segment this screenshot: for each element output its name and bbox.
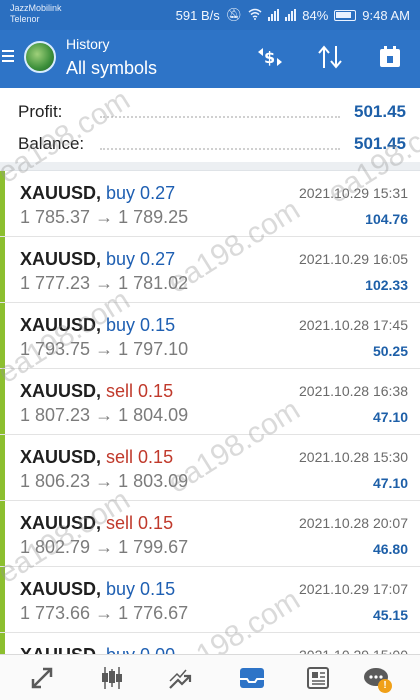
trade-prices: 1 806.23 → 1 803.09 xyxy=(20,471,189,491)
trade-symbol: XAUUSD, xyxy=(20,579,102,599)
trade-row[interactable]: XAUUSD, sell 0.15 1 806.23 → 1 803.09 20… xyxy=(0,435,420,501)
trade-date: 2021.10.28 15:30 xyxy=(299,449,408,465)
trade-date: 2021.10.29 15:31 xyxy=(299,185,408,201)
trade-prices: 1 777.23 → 1 781.02 xyxy=(20,273,189,293)
app-bar: History All symbols $ xyxy=(0,30,420,88)
svg-text:$: $ xyxy=(264,48,275,67)
trade-indicator xyxy=(0,501,5,566)
clock: 9:48 AM xyxy=(362,7,410,23)
trade-row[interactable]: XAUUSD, buy 0.15 1 793.75 → 1 797.10 202… xyxy=(0,303,420,369)
summary-panel: Profit: 501.45 Balance: 501.45 xyxy=(0,96,420,160)
trade-prices: 1 793.75 → 1 797.10 xyxy=(20,339,189,359)
battery-icon xyxy=(334,9,357,21)
trade-indicator xyxy=(0,567,5,632)
trade-date: 2021.10.29 17:07 xyxy=(299,581,408,597)
history-icon[interactable] xyxy=(232,661,272,695)
carrier-line-1: JazzMobilink xyxy=(10,3,62,13)
trade-symbol: XAUUSD, xyxy=(20,447,102,467)
trade-profit: 46.80 xyxy=(372,541,408,557)
balance-dots xyxy=(100,148,340,150)
trade-symbol-line: XAUUSD, sell 0.15 xyxy=(20,513,173,534)
news-icon[interactable] xyxy=(298,661,338,695)
trade-profit: 45.15 xyxy=(372,607,408,623)
trade-symbol: XAUUSD, xyxy=(20,513,102,533)
trade-side: buy 0.15 xyxy=(106,579,176,599)
trade-row[interactable]: XAUUSD, buy 0.27 1 777.23 → 1 781.02 202… xyxy=(0,237,420,303)
trade-symbol-line: XAUUSD, sell 0.15 xyxy=(20,381,173,402)
trade-profit: 47.10 xyxy=(372,475,408,491)
trade-row[interactable]: XAUUSD, sell 0.15 1 802.79 → 1 799.67 20… xyxy=(0,501,420,567)
chat-badge: ! xyxy=(378,679,392,693)
trade-symbol-line: XAUUSD, buy 0.27 xyxy=(20,183,175,204)
header-subtitle: History xyxy=(66,36,110,52)
trade-date: 2021.10.28 17:45 xyxy=(299,317,408,333)
quotes-icon[interactable] xyxy=(22,661,62,695)
calendar-icon[interactable] xyxy=(374,44,406,74)
trade-symbol: XAUUSD, xyxy=(20,315,102,335)
bottom-nav: ! xyxy=(0,654,420,700)
trade-side: sell 0.15 xyxy=(106,447,174,467)
trade-profit: 50.25 xyxy=(372,343,408,359)
trade-side: buy 0.15 xyxy=(106,315,176,335)
trade-profit: 104.76 xyxy=(365,211,408,227)
chat-icon[interactable]: ! xyxy=(356,661,396,695)
mute-icon: 🔕︎ xyxy=(225,7,243,22)
trade-prices: 1 807.23 → 1 804.09 xyxy=(20,405,189,425)
trade-profit: 102.33 xyxy=(365,277,408,293)
carrier-line-2: Telenor xyxy=(10,14,40,24)
app-logo[interactable] xyxy=(24,41,56,73)
status-indicators: 591 B/s 🔕︎ 84% 9:48 AM xyxy=(176,7,410,23)
trade-date: 2021.10.28 20:07 xyxy=(299,515,408,531)
trade-date: 2021.10.28 16:38 xyxy=(299,383,408,399)
trade-row[interactable]: XAUUSD, sell 0.15 1 807.23 → 1 804.09 20… xyxy=(0,369,420,435)
trade-date: 2021.10.29 16:05 xyxy=(299,251,408,267)
trade-symbol-line: XAUUSD, buy 0.15 xyxy=(20,315,175,336)
battery-percent: 84% xyxy=(302,7,329,23)
trade-symbol: XAUUSD, xyxy=(20,249,102,269)
status-bar: JazzMobilink Telenor 591 B/s 🔕︎ 84% 9:48… xyxy=(0,0,420,30)
trade-symbol-line: XAUUSD, buy 0.15 xyxy=(20,579,175,600)
trade-symbol-line: XAUUSD, sell 0.15 xyxy=(20,447,173,468)
profit-label: Profit: xyxy=(18,102,63,121)
trade-row[interactable]: XAUUSD, buy 0.15 1 773.66 → 1 776.67 202… xyxy=(0,567,420,633)
trade-symbol: XAUUSD, xyxy=(20,183,102,203)
section-divider xyxy=(0,162,420,171)
signal-1-icon xyxy=(268,9,280,21)
profit-value: 501.45 xyxy=(354,102,406,121)
menu-icon[interactable] xyxy=(2,50,14,64)
sort-icon[interactable] xyxy=(314,44,346,74)
trade-indicator xyxy=(0,435,5,500)
trade-side: buy 0.27 xyxy=(106,183,176,203)
trade-side: sell 0.15 xyxy=(106,381,174,401)
trade-row[interactable]: XAUUSD, buy 0.27 1 785.37 → 1 789.25 202… xyxy=(0,171,420,237)
balance-label: Balance: xyxy=(18,134,85,153)
profit-dots xyxy=(100,116,340,118)
trade-profit: 47.10 xyxy=(372,409,408,425)
trade-side: buy 0.27 xyxy=(106,249,176,269)
wifi-icon xyxy=(248,8,262,23)
profit-row: Profit: 501.45 xyxy=(0,96,420,128)
trade-symbol-line: XAUUSD, buy 0.27 xyxy=(20,249,175,270)
balance-row: Balance: 501.45 xyxy=(0,128,420,160)
net-speed: 591 B/s xyxy=(175,7,220,23)
trade-side: sell 0.15 xyxy=(106,513,174,533)
balance-value: 501.45 xyxy=(354,134,406,153)
trade-prices: 1 773.66 → 1 776.67 xyxy=(20,603,189,623)
trade-icon[interactable] xyxy=(160,661,200,695)
header-title[interactable]: All symbols xyxy=(66,58,157,79)
trade-symbol: XAUUSD, xyxy=(20,381,102,401)
signal-2-icon xyxy=(285,9,297,21)
currency-exchange-icon[interactable]: $ xyxy=(254,44,286,74)
carrier-info: JazzMobilink Telenor xyxy=(10,3,62,25)
trade-indicator xyxy=(0,369,5,434)
trade-list[interactable]: XAUUSD, buy 0.27 1 785.37 → 1 789.25 202… xyxy=(0,171,420,699)
trade-prices: 1 802.79 → 1 799.67 xyxy=(20,537,189,557)
trade-indicator xyxy=(0,303,5,368)
trade-prices: 1 785.37 → 1 789.25 xyxy=(20,207,189,227)
trade-indicator xyxy=(0,237,5,302)
chart-icon[interactable] xyxy=(92,661,132,695)
trade-indicator xyxy=(0,171,5,236)
